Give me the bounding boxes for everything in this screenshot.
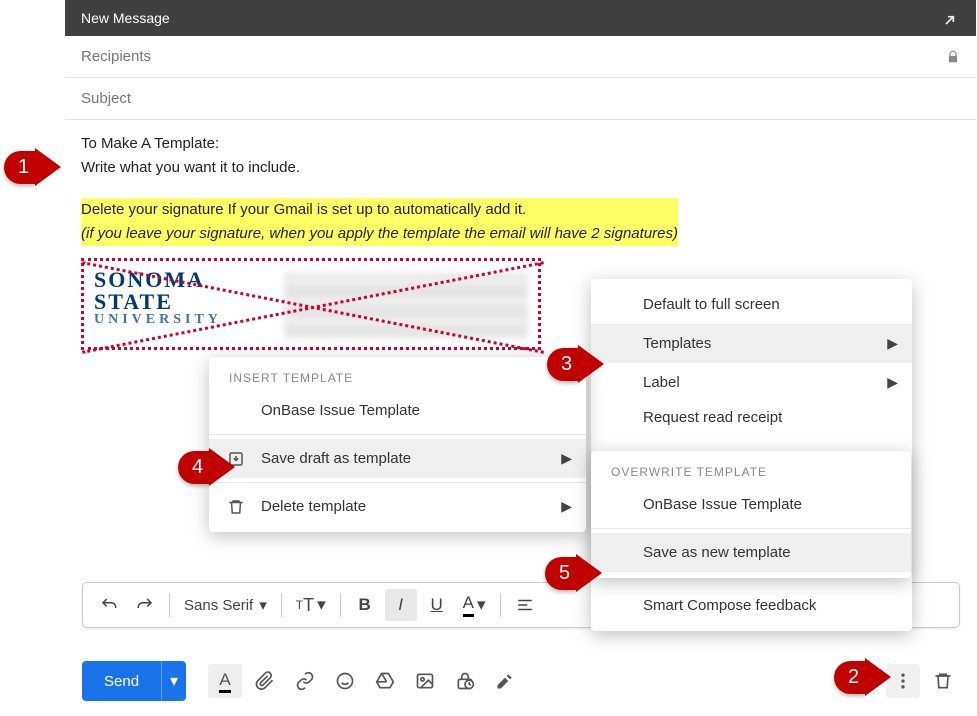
submenu-heading-insert: INSERT TEMPLATE (209, 363, 586, 391)
chevron-right-icon: ▶ (887, 335, 898, 352)
signature-deleted-box: SONOMA STATE UNIVERSITY (81, 258, 541, 350)
formatting-options-button[interactable]: A (208, 664, 242, 698)
body-line: To Make A Template: (81, 132, 960, 156)
chevron-down-icon: ▾ (259, 596, 267, 614)
callout-2: 2 (834, 658, 891, 696)
callout-4: 4 (178, 448, 235, 486)
trash-icon (227, 498, 245, 516)
confidential-mode-button[interactable] (448, 664, 482, 698)
insert-link-button[interactable] (288, 664, 322, 698)
highlight-line-italic: (if you leave your signature, when you a… (81, 222, 678, 246)
submenu-heading-overwrite: OVERWRITE TEMPLATE (591, 457, 911, 485)
compose-title: New Message (81, 10, 170, 26)
callout-5: 5 (545, 554, 602, 592)
bold-button[interactable]: B (349, 589, 381, 621)
insert-drive-button[interactable] (368, 664, 402, 698)
align-button[interactable] (509, 589, 541, 621)
attach-file-button[interactable] (248, 664, 282, 698)
insert-signature-button[interactable] (488, 664, 522, 698)
chevron-right-icon: ▶ (561, 498, 572, 515)
send-options-dropdown[interactable]: ▾ (161, 661, 186, 701)
menu-item-save-as-new-template[interactable]: Save as new template (591, 533, 911, 572)
insert-emoji-button[interactable] (328, 664, 362, 698)
separator (169, 593, 170, 617)
lock-icon (946, 50, 960, 64)
menu-item-onbase-template[interactable]: OnBase Issue Template (209, 391, 586, 430)
compose-header: New Message (65, 0, 976, 36)
menu-item-templates[interactable]: Templates ▶ (591, 324, 912, 363)
insert-photo-button[interactable] (408, 664, 442, 698)
font-family-label: Sans Serif (184, 597, 253, 614)
separator (281, 593, 282, 617)
subject-field[interactable] (65, 78, 976, 120)
italic-button[interactable]: I (385, 589, 417, 621)
menu-item-overwrite-onbase[interactable]: OnBase Issue Template (591, 485, 911, 524)
body-line: Write what you want it to include. (81, 156, 960, 180)
bottom-toolbar: Send ▾ A (82, 656, 960, 706)
menu-item-delete-template[interactable]: Delete template ▶ (209, 487, 586, 526)
callout-3: 3 (547, 345, 604, 383)
underline-button[interactable]: U (421, 589, 453, 621)
callout-1: 1 (4, 148, 61, 186)
menu-item-default-fullscreen[interactable]: Default to full screen (591, 285, 912, 324)
subject-input[interactable] (81, 90, 960, 107)
chevron-right-icon: ▶ (561, 450, 572, 467)
menu-item-label[interactable]: Label ▶ (591, 363, 912, 402)
expand-icon[interactable] (944, 10, 960, 26)
redo-button[interactable] (129, 589, 161, 621)
chevron-right-icon: ▶ (887, 374, 898, 391)
menu-item-smart-compose-feedback[interactable]: Smart Compose feedback (591, 586, 912, 625)
overwrite-template-submenu: OVERWRITE TEMPLATE OnBase Issue Template… (591, 451, 911, 578)
font-size-button[interactable]: TT▾ (290, 589, 332, 621)
send-button[interactable]: Send (82, 661, 161, 701)
text-color-button[interactable]: A▾ (457, 589, 492, 621)
highlighted-note: Delete your signature If your Gmail is s… (81, 198, 678, 246)
separator (340, 593, 341, 617)
recipients-input[interactable] (81, 48, 946, 65)
templates-submenu: INSERT TEMPLATE OnBase Issue Template Sa… (209, 357, 586, 532)
menu-item-read-receipt[interactable]: Request read receipt (591, 402, 912, 432)
separator (500, 593, 501, 617)
highlight-line: Delete your signature If your Gmail is s… (81, 198, 678, 222)
recipients-field[interactable] (65, 36, 976, 78)
font-family-select[interactable]: Sans Serif ▾ (178, 596, 273, 614)
discard-draft-button[interactable] (926, 664, 960, 698)
menu-item-save-draft-as-template[interactable]: Save draft as template ▶ (209, 439, 586, 478)
undo-button[interactable] (93, 589, 125, 621)
